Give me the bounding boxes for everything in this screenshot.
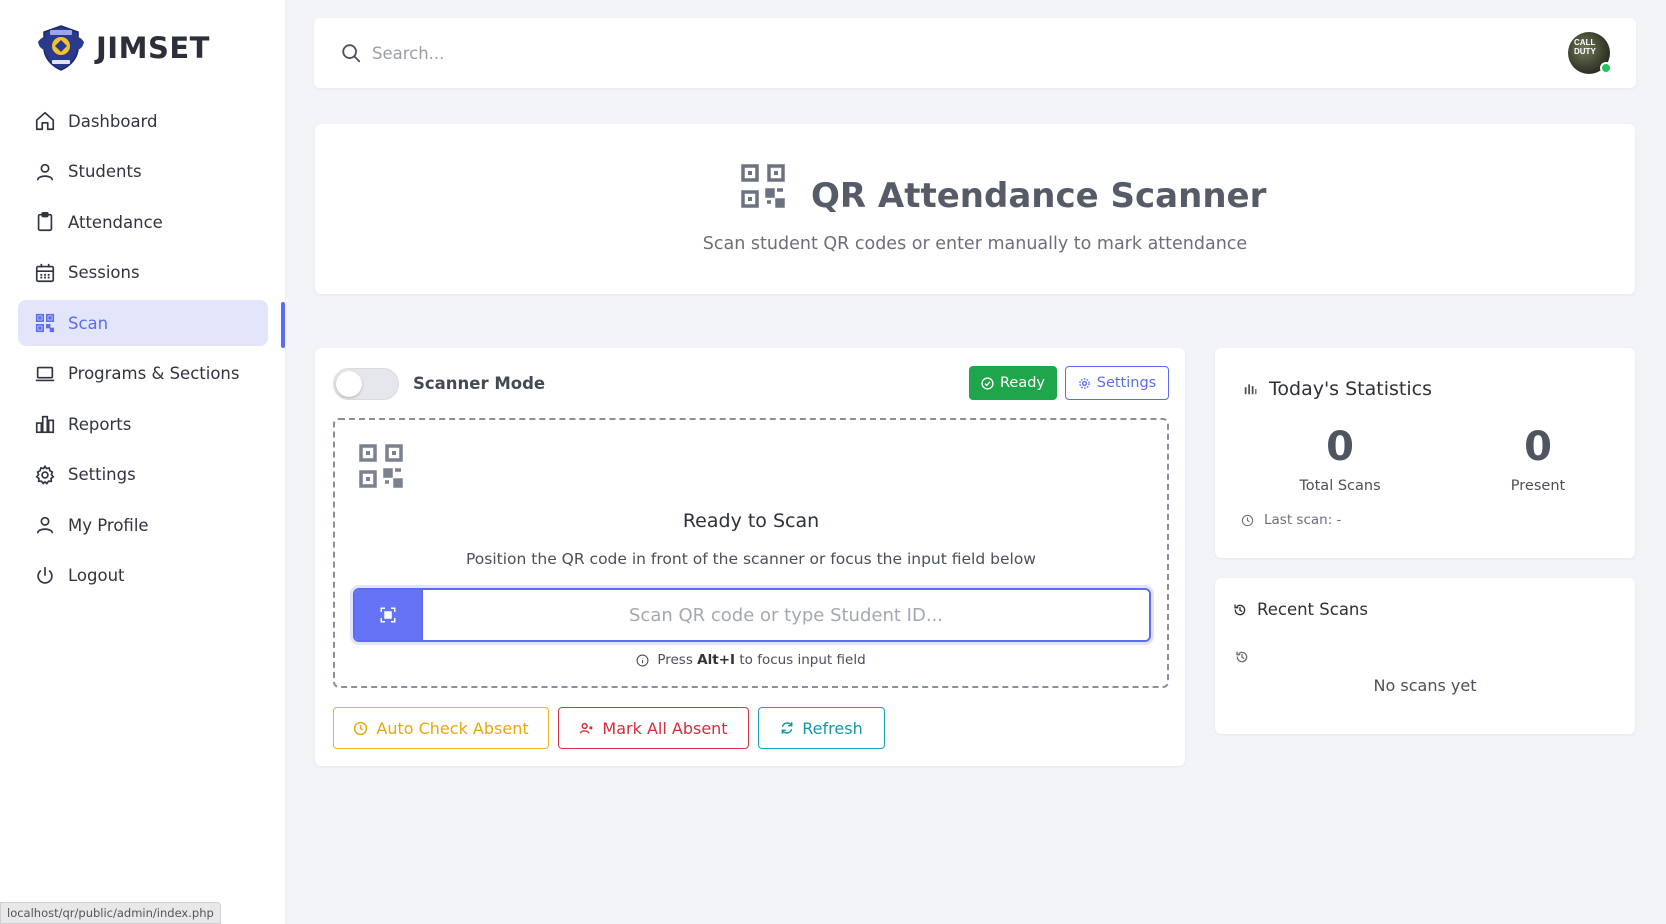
sidebar-item-label: Attendance [68,212,163,232]
sidebar-item-label: Students [68,162,142,181]
student-id-input[interactable] [421,590,1149,640]
bar-chart-icon [1244,384,1257,395]
active-indicator [281,302,285,348]
sidebar-item-sessions[interactable]: Sessions [18,250,268,296]
present-stat: 0 Present [1458,424,1618,494]
avatar-text: CALL DUTY [1574,38,1596,56]
shield-crest-logo-icon [38,25,84,71]
online-status-dot [1600,62,1612,74]
keyboard-hint: Press Alt+I to focus input field [335,652,1167,668]
sidebar-item-attendance[interactable]: Attendance [18,199,268,245]
status-bar-url: localhost/qr/public/admin/index.php [0,902,221,924]
sidebar-item-label: Logout [68,566,125,585]
user-icon [34,514,56,536]
present-label: Present [1510,478,1566,494]
sidebar-item-programs-sections[interactable]: Programs & Sections [18,351,268,397]
check-circle-icon [981,376,994,390]
mark-all-absent-label: Mark All Absent [602,718,728,738]
clock-icon [354,721,368,735]
sidebar-item-logout[interactable]: Logout [18,553,268,599]
todays-statistics-card: Today's Statistics 0 Total Scans 0 Prese… [1215,348,1635,558]
brand[interactable]: JIMSET [34,24,210,72]
history-icon [1234,603,1246,615]
page-title: QR Attendance Scanner [811,176,1267,216]
toggle-knob [336,371,362,397]
settings-button-label: Settings [1096,375,1157,391]
recent-scans-header: Recent Scans [1233,600,1368,619]
bar-chart-icon [34,413,56,435]
clipboard-icon [34,211,56,233]
sidebar-item-label: My Profile [68,515,149,535]
hint-suffix: to focus input field [739,652,866,668]
sidebar-item-label: Programs & Sections [68,364,240,383]
sidebar-item-my-profile[interactable]: My Profile [18,502,268,548]
auto-check-absent-label: Auto Check Absent [376,718,529,738]
status-badge: Ready [969,366,1057,400]
calendar-icon [34,262,56,284]
page-header-card: QR Attendance Scanner Scan student QR co… [315,124,1635,294]
page-subtitle: Scan student QR codes or enter manually … [702,234,1248,254]
search-input[interactable] [372,36,972,70]
status-badge-label: Ready [999,375,1045,391]
sidebar-nav: Dashboard Students Attendance Sessions S… [18,98,268,603]
hint-prefix: Press [657,652,693,668]
search-icon [342,44,361,63]
hint-shortcut: Alt+I [697,652,736,668]
sidebar-item-label: Dashboard [68,111,158,131]
gear-icon [1078,377,1090,389]
total-scans-stat: 0 Total Scans [1260,424,1420,494]
sidebar-item-scan[interactable]: Scan [18,300,268,346]
auto-check-absent-button[interactable]: Auto Check Absent [333,707,549,749]
qr-scan-icon [34,312,56,334]
clock-icon [1241,514,1254,526]
user-icon [34,161,56,183]
sidebar-item-label: Reports [68,414,132,434]
scanner-mode-label: Scanner Mode [413,374,546,393]
scanner-actions: Auto Check Absent Mark All Absent Refres… [333,707,885,749]
sidebar-item-label: Settings [68,465,136,484]
sidebar-item-settings[interactable]: Settings [18,452,268,498]
qr-code-icon [359,444,403,488]
sidebar-item-students[interactable]: Students [18,149,268,195]
sidebar-item-label: Sessions [68,263,140,282]
scan-zone-description: Position the QR code in front of the sca… [466,550,1036,568]
stats-title: Today's Statistics [1269,378,1432,400]
scanner-settings-button[interactable]: Settings [1065,366,1169,400]
scan-zone[interactable]: Ready to Scan Position the QR code in fr… [333,418,1169,688]
total-scans-value: 0 [1326,424,1354,470]
sidebar-item-reports[interactable]: Reports [18,401,268,447]
scanner-mode-toggle[interactable] [333,368,399,400]
refresh-label: Refresh [802,718,863,738]
refresh-button[interactable]: Refresh [758,707,885,749]
scan-input-group [353,588,1151,642]
present-value: 0 [1524,424,1552,470]
last-scan-value: - [1336,512,1342,528]
empty-state-text: No scans yet [1373,676,1477,695]
last-scan: Last scan: - [1241,512,1341,528]
sidebar: JIMSET Dashboard Students Attendance Ses… [0,0,286,924]
home-icon [34,110,56,132]
scanner-card: Scanner Mode Ready Settings Ready to Sca… [315,348,1185,766]
recent-scans-card: Recent Scans No scans yet [1215,578,1635,734]
refresh-icon [781,722,793,734]
mark-all-absent-button[interactable]: Mark All Absent [558,707,749,749]
qr-input-addon[interactable] [355,590,421,640]
topbar: CALL DUTY [314,18,1636,88]
laptop-icon [34,363,56,385]
scan-zone-title: Ready to Scan [682,510,820,532]
stats-header: Today's Statistics [1243,378,1432,400]
total-scans-label: Total Scans [1299,478,1381,494]
info-icon [636,654,649,666]
recent-scans-title: Recent Scans [1257,600,1368,619]
sidebar-item-dashboard[interactable]: Dashboard [18,98,268,144]
user-remove-icon [580,722,594,734]
brand-name: JIMSET [96,31,210,65]
power-icon [34,565,56,587]
sidebar-item-label: Scan [68,313,109,333]
history-icon [1236,651,1248,663]
qr-code-icon [741,164,785,208]
gear-icon [34,464,56,486]
last-scan-label: Last scan: [1264,512,1333,528]
qr-scan-icon [380,607,396,623]
